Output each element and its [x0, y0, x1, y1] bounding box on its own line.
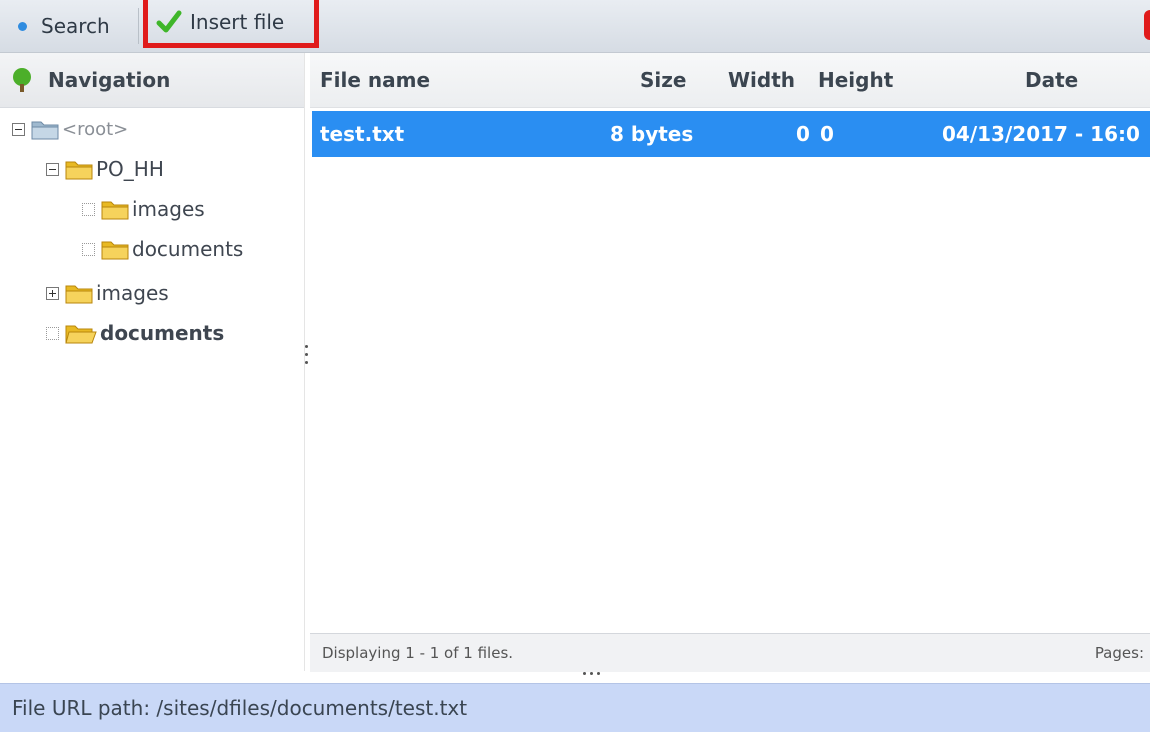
- column-header-width[interactable]: Width: [728, 53, 795, 107]
- tree-icon: [13, 68, 31, 92]
- tree-node-label: <root>: [62, 118, 129, 140]
- cell-date: 04/13/2017 - 16:0: [942, 122, 1140, 146]
- cell-height: 0: [820, 122, 834, 146]
- tree-node-po-hh[interactable]: PO_HH: [46, 151, 164, 187]
- leaf-toggle-icon: [82, 242, 95, 256]
- navigation-title: Navigation: [48, 68, 171, 92]
- collapse-toggle-icon[interactable]: [12, 122, 25, 136]
- tree-node-label: images: [132, 197, 205, 221]
- file-grid: File name Size Width Height Date test.tx…: [310, 53, 1150, 633]
- close-icon[interactable]: [1144, 10, 1150, 40]
- column-header-file-name[interactable]: File name: [320, 53, 430, 107]
- bullet-dot-icon: [18, 21, 27, 31]
- grid-header: File name Size Width Height Date: [310, 53, 1150, 108]
- toolbar-separator: [138, 8, 139, 44]
- pages-label: Pages:: [1094, 644, 1144, 662]
- folder-icon: [65, 161, 93, 180]
- cell-width: 0: [796, 122, 810, 146]
- search-button[interactable]: Search: [18, 0, 110, 52]
- status-bar: File URL path: /sites/dfiles/documents/t…: [0, 683, 1150, 732]
- folder-icon: [31, 121, 59, 140]
- insert-file-label: Insert file: [190, 9, 285, 34]
- folder-icon: [101, 201, 129, 220]
- folder-open-icon: [65, 325, 97, 344]
- column-header-date[interactable]: Date: [1025, 53, 1078, 107]
- navigation-header: Navigation: [0, 53, 304, 108]
- navigation-panel: Navigation <root> PO_HH images documents…: [0, 53, 305, 671]
- toolbar: Search Insert file: [0, 0, 1150, 53]
- search-label: Search: [41, 14, 110, 38]
- tree-node-label: images: [96, 281, 169, 305]
- folder-icon: [101, 241, 129, 260]
- collapse-toggle-icon[interactable]: [46, 162, 59, 176]
- insert-file-button[interactable]: Insert file: [143, 0, 319, 48]
- tree-node-po-hh-images[interactable]: images: [82, 191, 205, 227]
- folder-icon: [65, 285, 93, 304]
- tree-node-documents[interactable]: documents: [46, 315, 224, 351]
- horizontal-splitter[interactable]: [583, 672, 600, 680]
- leaf-toggle-icon: [82, 202, 95, 216]
- file-url-path: File URL path: /sites/dfiles/documents/t…: [12, 696, 468, 720]
- tree-node-label: documents: [100, 321, 225, 345]
- cell-file-name: test.txt: [320, 122, 405, 146]
- leaf-toggle-icon: [46, 326, 59, 340]
- tree-node-images[interactable]: images: [46, 275, 169, 311]
- table-row[interactable]: test.txt 8 bytes 0 0 04/13/2017 - 16:0: [312, 111, 1150, 157]
- tree-node-label: documents: [132, 237, 244, 261]
- expand-toggle-icon[interactable]: [46, 286, 59, 300]
- grid-footer: Displaying 1 - 1 of 1 files. Pages:: [310, 633, 1150, 672]
- tree-node-po-hh-documents[interactable]: documents: [82, 231, 243, 267]
- cell-size: 8 bytes: [610, 122, 694, 146]
- check-icon: [156, 10, 182, 32]
- tree-node-label: PO_HH: [96, 157, 164, 181]
- column-header-size[interactable]: Size: [640, 53, 686, 107]
- displaying-count: Displaying 1 - 1 of 1 files.: [322, 644, 514, 662]
- tree-node-root[interactable]: <root>: [12, 111, 128, 147]
- column-header-height[interactable]: Height: [818, 53, 893, 107]
- vertical-splitter[interactable]: [305, 345, 309, 375]
